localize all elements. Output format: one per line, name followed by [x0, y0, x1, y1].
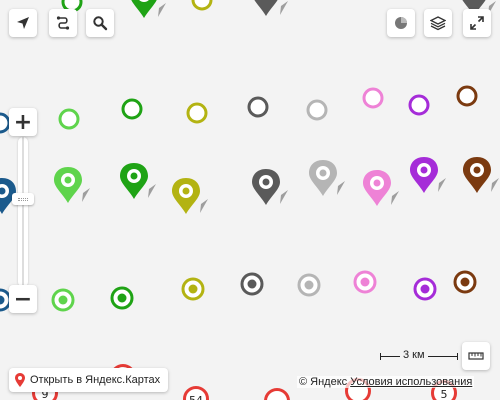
map-marker-pin[interactable] [118, 161, 158, 203]
map-marker-ring[interactable] [407, 93, 431, 117]
map-marker-dot[interactable] [110, 286, 134, 310]
open-in-yandex-maps-label: Открыть в Яндекс.Картах [30, 374, 161, 386]
map-marker-pin[interactable] [408, 155, 448, 197]
map-marker-ring[interactable] [246, 95, 270, 119]
map-marker-dot[interactable] [413, 277, 437, 301]
zoom-slider-handle[interactable] [12, 193, 34, 205]
copyright: © Яндекс Условия использования [297, 376, 475, 388]
map-marker-pin[interactable] [170, 176, 210, 218]
map-marker-dot[interactable] [51, 288, 75, 312]
locate-button[interactable] [9, 9, 37, 37]
zoom-slider-track[interactable] [18, 137, 28, 287]
map-marker-dot[interactable] [297, 273, 321, 297]
map-marker-ring[interactable] [185, 101, 209, 125]
map-marker-pin[interactable] [461, 155, 500, 197]
ruler-icon [468, 352, 484, 360]
map-marker-dot[interactable] [181, 277, 205, 301]
route-button[interactable] [49, 9, 77, 37]
fullscreen-button[interactable] [463, 9, 491, 37]
route-icon [56, 16, 70, 30]
map-scale: 3 км [380, 349, 458, 362]
map-marker-pin[interactable] [361, 168, 401, 210]
map-marker-pin[interactable] [128, 0, 168, 22]
map-marker-ring[interactable] [57, 107, 81, 131]
layers-button[interactable] [424, 9, 452, 37]
map-marker-numbered[interactable] [264, 388, 290, 400]
map-marker-ring[interactable] [305, 98, 329, 122]
map-marker-ring[interactable] [455, 84, 479, 108]
map-marker-dot[interactable] [240, 272, 264, 296]
map-marker-dot[interactable] [353, 270, 377, 294]
search-icon [93, 16, 108, 31]
map-marker-pin[interactable] [307, 158, 347, 200]
zoom-in-button[interactable]: + [9, 108, 37, 136]
search-button[interactable] [86, 9, 114, 37]
scale-label: 3 км [400, 349, 428, 361]
open-in-yandex-maps-button[interactable]: Открыть в Яндекс.Картах [9, 368, 169, 392]
locate-arrow-icon [17, 17, 29, 29]
zoom-out-button[interactable]: − [9, 285, 37, 313]
traffic-button[interactable] [387, 9, 415, 37]
copyright-text: © Яндекс [299, 376, 348, 388]
map-pin-icon [15, 373, 25, 387]
map-marker-dot[interactable] [453, 270, 477, 294]
map-marker-numbered[interactable]: 54 [183, 386, 209, 400]
ruler-button[interactable] [462, 342, 490, 370]
map-canvas[interactable]: 9 54 5 [0, 0, 500, 400]
map-marker-ring[interactable] [190, 0, 214, 12]
map-marker-ring[interactable] [120, 97, 144, 121]
fullscreen-icon [470, 16, 484, 30]
terms-of-use-link[interactable]: Условия использования [350, 376, 472, 388]
map-marker-ring[interactable] [361, 86, 385, 110]
map-marker-pin[interactable] [52, 165, 92, 207]
map-marker-pin[interactable] [250, 0, 290, 20]
map-marker-pin[interactable] [250, 167, 290, 209]
traffic-icon [395, 17, 407, 29]
layers-icon [430, 16, 446, 31]
